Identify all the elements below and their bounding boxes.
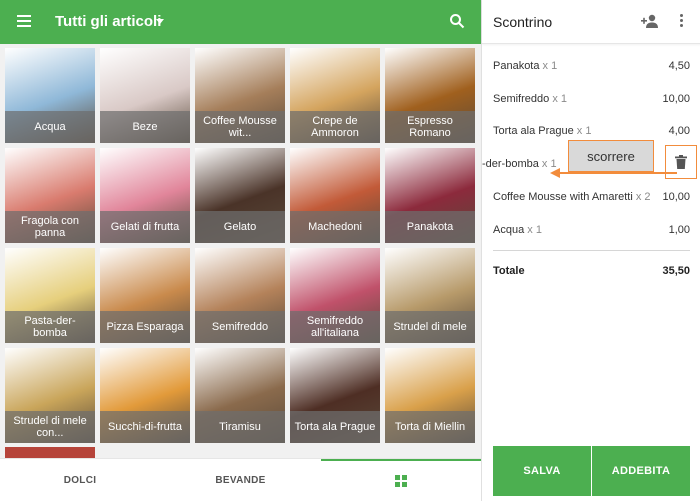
item-price: 10,00	[662, 93, 690, 105]
product-label: Gelati di frutta	[100, 211, 190, 243]
product-label: Succhi-di-frutta	[100, 411, 190, 443]
product-tile[interactable]: Espresso Romano	[385, 48, 475, 143]
product-tile[interactable]: Tiramisu	[195, 348, 285, 443]
receipt-header: Scontrino	[482, 0, 700, 44]
total-label: Totale	[493, 265, 525, 277]
product-tile[interactable]: Strudel di mele con...	[5, 348, 95, 443]
product-pane: Tutti gli articoli Acqua Beze Coffee Mouss…	[0, 0, 481, 501]
top-app-bar: Tutti gli articoli	[0, 0, 481, 44]
item-name: Acqua	[493, 224, 525, 236]
product-tile[interactable]: Acqua	[5, 48, 95, 143]
item-name: Coffee Mousse with Amaretti	[493, 191, 633, 203]
dropdown-caret-icon[interactable]	[156, 19, 164, 24]
swipe-arrow-head-icon	[550, 168, 560, 178]
product-label: Beze	[100, 111, 190, 143]
bottom-tab-bar: DOLCI BEVANDE	[0, 458, 481, 501]
total-value: 35,50	[662, 265, 690, 277]
product-label: Gelato	[195, 211, 285, 243]
item-qty: x 1	[527, 224, 542, 236]
product-label: Panakota	[385, 211, 475, 243]
product-tile[interactable]: Torta ala Prague	[290, 348, 380, 443]
product-label: Pizza Esparaga	[100, 311, 190, 343]
receipt-item[interactable]: Torta ala Prague x 1 4,00	[493, 125, 690, 141]
receipt-item[interactable]: Panakota x 1 4,50	[493, 60, 690, 76]
product-tile[interactable]: Panakota	[385, 148, 475, 243]
swipe-hint-label: scorrere	[568, 140, 654, 172]
charge-button[interactable]: ADDEBITA	[592, 446, 690, 496]
product-label: Acqua	[5, 111, 95, 143]
item-qty: x 1	[552, 93, 568, 105]
receipt-item[interactable]: Acqua x 1 1,00	[493, 224, 690, 240]
product-tile[interactable]: Strudel di mele	[385, 248, 475, 343]
product-tile[interactable]: Crepe de Ammoron	[290, 48, 380, 143]
product-label: Crepe de Ammoron	[290, 111, 380, 143]
product-label: Machedoni	[290, 211, 380, 243]
product-label: Pasta-der-bomba	[5, 311, 95, 343]
app-root: Tutti gli articoli Acqua Beze Coffee Mouss…	[0, 0, 700, 501]
product-tile-partial[interactable]	[5, 447, 95, 458]
product-label: Torta ala Prague	[290, 411, 380, 443]
product-tile[interactable]: Semifreddo all'italiana	[290, 248, 380, 343]
item-name: Torta ala Prague	[493, 125, 574, 137]
item-name: Semifreddo	[493, 93, 550, 105]
product-tile[interactable]: Fragola con panna	[5, 148, 95, 243]
receipt-pane: Scontrino Panakota x 1 4,50 Semifreddo x…	[481, 0, 700, 501]
tab-dolci[interactable]: DOLCI	[0, 459, 160, 501]
product-tile[interactable]: Gelati di frutta	[100, 148, 190, 243]
receipt-item[interactable]: Semifreddo x 1 10,00	[493, 93, 690, 109]
product-label: Strudel di mele con...	[5, 411, 95, 443]
product-tile[interactable]: Machedoni	[290, 148, 380, 243]
add-person-icon[interactable]	[641, 14, 659, 28]
item-price: 1,00	[668, 224, 690, 236]
item-name: -der-bomba	[482, 158, 539, 170]
search-icon[interactable]	[449, 13, 465, 29]
product-tile[interactable]: Succhi-di-frutta	[100, 348, 190, 443]
swipe-arrow-line	[559, 172, 677, 174]
total-row: Totale 35,50	[493, 265, 690, 277]
tab-bevande[interactable]: BEVANDE	[160, 459, 321, 501]
item-price: 4,00	[668, 125, 690, 137]
product-label: Coffee Mousse wit...	[195, 111, 285, 143]
item-qty: x 1	[576, 125, 592, 137]
product-tile[interactable]: Pizza Esparaga	[100, 248, 190, 343]
product-label: Tiramisu	[195, 411, 285, 443]
product-tile[interactable]: Torta di Miellin	[385, 348, 475, 443]
grid-view-icon	[395, 474, 407, 487]
total-divider	[493, 250, 690, 251]
product-tile[interactable]: Gelato	[195, 148, 285, 243]
trash-icon	[675, 155, 687, 169]
item-price: 4,50	[668, 60, 690, 72]
product-label: Fragola con panna	[5, 211, 95, 243]
product-tile[interactable]: Coffee Mousse wit...	[195, 48, 285, 143]
product-label: Torta di Miellin	[385, 411, 475, 443]
category-title[interactable]: Tutti gli articoli	[55, 13, 161, 30]
more-vert-icon[interactable]	[680, 14, 684, 28]
product-label: Semifreddo	[195, 311, 285, 343]
item-qty: x 1	[542, 60, 558, 72]
product-label: Espresso Romano	[385, 111, 475, 143]
product-label: Strudel di mele	[385, 311, 475, 343]
item-qty: x 2	[635, 191, 651, 203]
receipt-title: Scontrino	[493, 14, 553, 30]
product-tile[interactable]: Semifreddo	[195, 248, 285, 343]
save-button[interactable]: SALVA	[493, 446, 591, 496]
product-tile[interactable]: Pasta-der-bomba	[5, 248, 95, 343]
product-tile[interactable]: Beze	[100, 48, 190, 143]
tab-grid-view[interactable]	[321, 459, 481, 501]
receipt-item[interactable]: Coffee Mousse with Amaretti x 2 10,00	[493, 191, 690, 207]
product-label: Semifreddo all'italiana	[290, 311, 380, 343]
hamburger-menu-icon[interactable]	[17, 15, 31, 27]
item-name: Panakota	[493, 60, 540, 72]
item-price: 10,00	[662, 191, 690, 203]
